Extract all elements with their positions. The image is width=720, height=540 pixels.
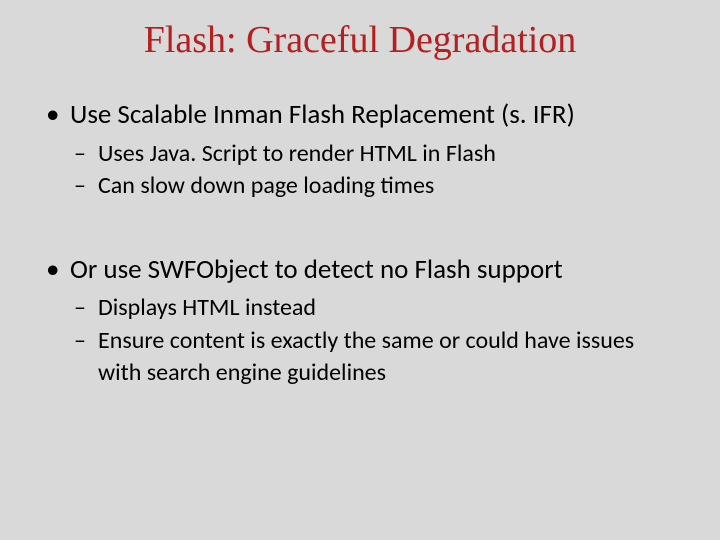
bullet-text: Use Scalable Inman Flash Replacement (s.… <box>70 98 575 131</box>
sub-item: Can slow down page loading times <box>70 170 680 202</box>
sub-item: Uses Java. Script to render HTML in Flas… <box>70 138 680 170</box>
bullet-item: Or use SWFObject to detect no Flash supp… <box>40 253 680 390</box>
slide-title: Flash: Graceful Degradation <box>40 18 680 62</box>
sub-list: Displays HTML instead Ensure content is … <box>70 292 680 389</box>
sub-list: Uses Java. Script to render HTML in Flas… <box>70 138 680 203</box>
bullet-text: Or use SWFObject to detect no Flash supp… <box>70 253 563 286</box>
bullet-list: Use Scalable Inman Flash Replacement (s.… <box>40 98 680 389</box>
sub-item: Displays HTML instead <box>70 292 680 324</box>
bullet-item: Use Scalable Inman Flash Replacement (s.… <box>40 98 680 203</box>
sub-item: Ensure content is exactly the same or co… <box>70 325 680 390</box>
slide: Flash: Graceful Degradation Use Scalable… <box>0 0 720 540</box>
